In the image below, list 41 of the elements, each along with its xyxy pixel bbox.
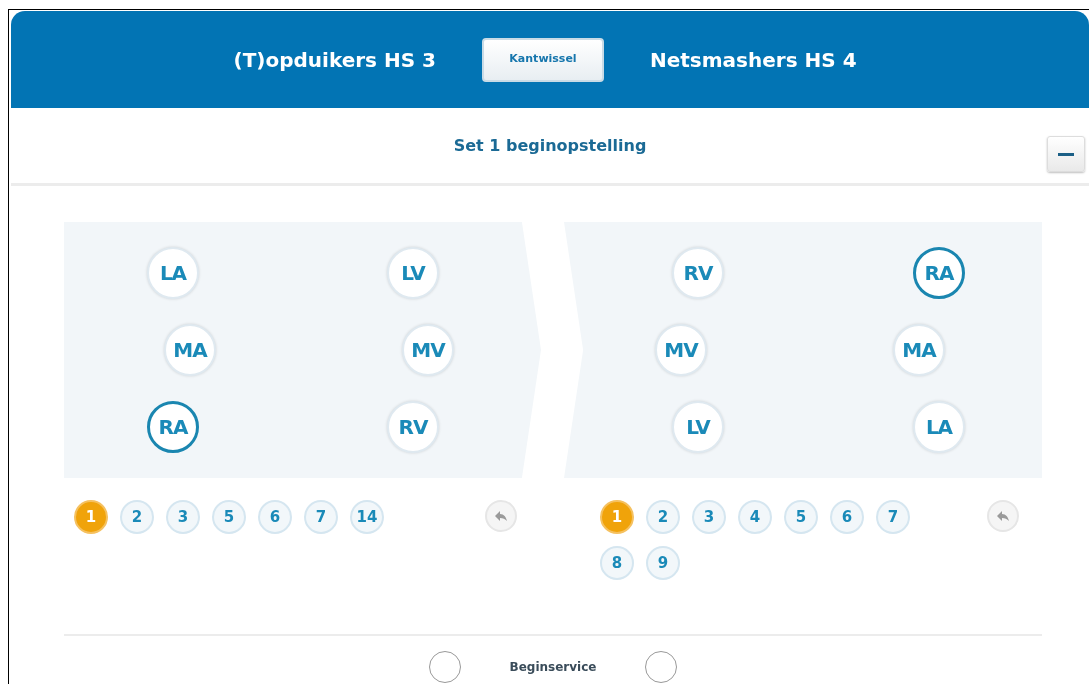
back-arrow-icon: [996, 510, 1010, 522]
position-token[interactable]: LV: [672, 401, 724, 453]
position-token[interactable]: MA: [893, 324, 945, 376]
undo-button[interactable]: [485, 500, 517, 532]
player-number[interactable]: 2: [120, 500, 154, 534]
service-label: Beginservice: [508, 659, 598, 675]
player-number[interactable]: 5: [784, 500, 818, 534]
player-number[interactable]: 8: [600, 546, 634, 580]
section-title: Set 1 beginopstelling: [453, 134, 647, 157]
player-number[interactable]: 14: [350, 500, 384, 534]
position-token[interactable]: LA: [913, 401, 965, 453]
position-token[interactable]: LV: [387, 247, 439, 299]
position-token[interactable]: RA: [147, 401, 199, 453]
player-number[interactable]: 7: [876, 500, 910, 534]
position-token[interactable]: MA: [164, 324, 216, 376]
position-token[interactable]: MV: [402, 324, 454, 376]
position-token[interactable]: MV: [655, 324, 707, 376]
position-token[interactable]: RV: [672, 247, 724, 299]
player-number[interactable]: 5: [212, 500, 246, 534]
away-team-name: Netsmashers HS 4: [650, 46, 858, 74]
player-number[interactable]: 1: [600, 500, 634, 534]
position-token[interactable]: LA: [147, 247, 199, 299]
swap-sides-button[interactable]: Kantwissel: [482, 37, 604, 82]
player-number[interactable]: 4: [738, 500, 772, 534]
position-token[interactable]: RA: [913, 247, 965, 299]
home-team-name: (T)opduikers HS 3: [232, 46, 436, 74]
service-radio[interactable]: [429, 651, 461, 683]
player-number[interactable]: 6: [830, 500, 864, 534]
player-number[interactable]: 3: [166, 500, 200, 534]
player-number[interactable]: 3: [692, 500, 726, 534]
player-number[interactable]: 7: [304, 500, 338, 534]
player-number[interactable]: 6: [258, 500, 292, 534]
player-number[interactable]: 2: [646, 500, 680, 534]
collapse-button[interactable]: [1047, 136, 1085, 172]
undo-button[interactable]: [987, 500, 1019, 532]
minus-icon: [1058, 152, 1074, 156]
position-token[interactable]: RV: [387, 401, 439, 453]
service-radio[interactable]: [645, 651, 677, 683]
player-number[interactable]: 1: [74, 500, 108, 534]
player-number[interactable]: 9: [646, 546, 680, 580]
back-arrow-icon: [494, 510, 508, 522]
